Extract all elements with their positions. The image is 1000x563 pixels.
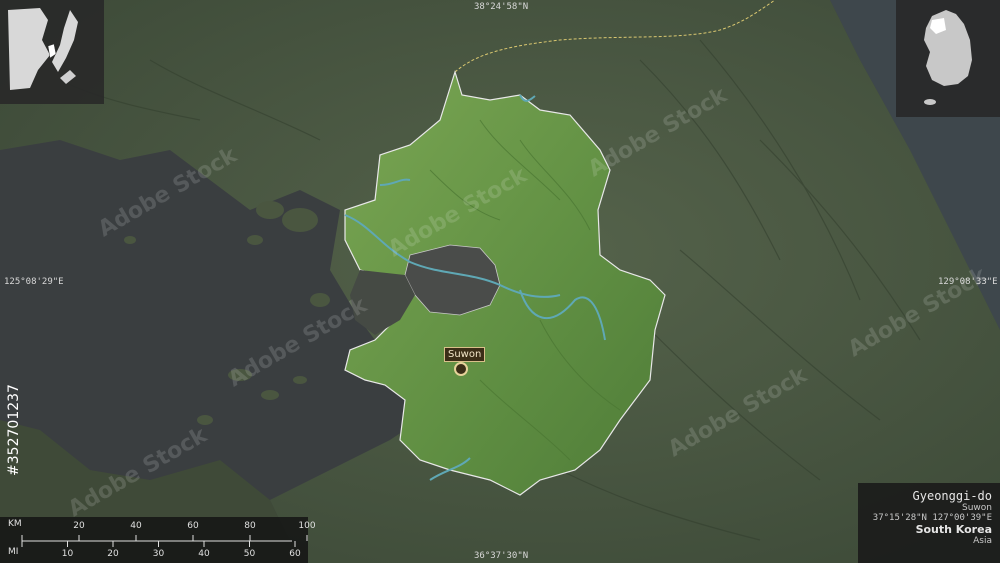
city-label: Suwon — [444, 347, 486, 362]
stock-id-text: #352701237 — [6, 384, 22, 476]
overview-map-icon — [8, 8, 78, 90]
scale-km-tick-label: 20 — [73, 521, 85, 531]
scale-mi-tick-label: 10 — [61, 549, 74, 559]
coord-top: 38°24'58"N — [474, 2, 529, 12]
country-inset — [896, 0, 1000, 117]
scale-mi-tick-label: 30 — [152, 549, 165, 559]
country-name: South Korea — [915, 523, 992, 536]
scale-km-tick-label: 100 — [298, 521, 316, 531]
scale-km-label: KM — [8, 519, 22, 529]
scale-mi-label: MI — [8, 547, 19, 557]
country-outline-icon — [924, 10, 972, 105]
info-box: Gyeonggi-do Suwon 37°15'28"N 127°00'39"E… — [858, 483, 1000, 563]
scale-mi-tick-label: 40 — [198, 549, 210, 559]
region-name: Gyeonggi-do — [912, 489, 992, 503]
scale-km-tick-label: 60 — [187, 521, 199, 531]
stock-id: #352701237 — [2, 330, 26, 530]
capital-coords: 37°15'28"N 127°00'39"E — [872, 513, 992, 523]
city-marker-icon — [454, 362, 468, 376]
scale-mi-tick-label: 60 — [289, 549, 301, 559]
capital-name: Suwon — [962, 503, 992, 513]
scale-mi-tick-label: 20 — [107, 549, 119, 559]
continent-name: Asia — [973, 536, 992, 546]
scale-bar: KM MI 20 40 60 80 100 10 20 30 40 50 60 — [0, 517, 316, 563]
scale-km-tick-label: 40 — [130, 521, 142, 531]
scale-mi-tick-label: 50 — [243, 549, 256, 559]
coord-left: 125°08'29"E — [4, 277, 64, 287]
scale-km-tick-label: 80 — [244, 521, 256, 531]
coord-bottom: 36°37'30"N — [474, 551, 529, 561]
map-stage: 38°24'58"N 36°37'30"N 125°08'29"E 129°08… — [0, 0, 1000, 563]
overview-inset-region — [0, 0, 104, 104]
